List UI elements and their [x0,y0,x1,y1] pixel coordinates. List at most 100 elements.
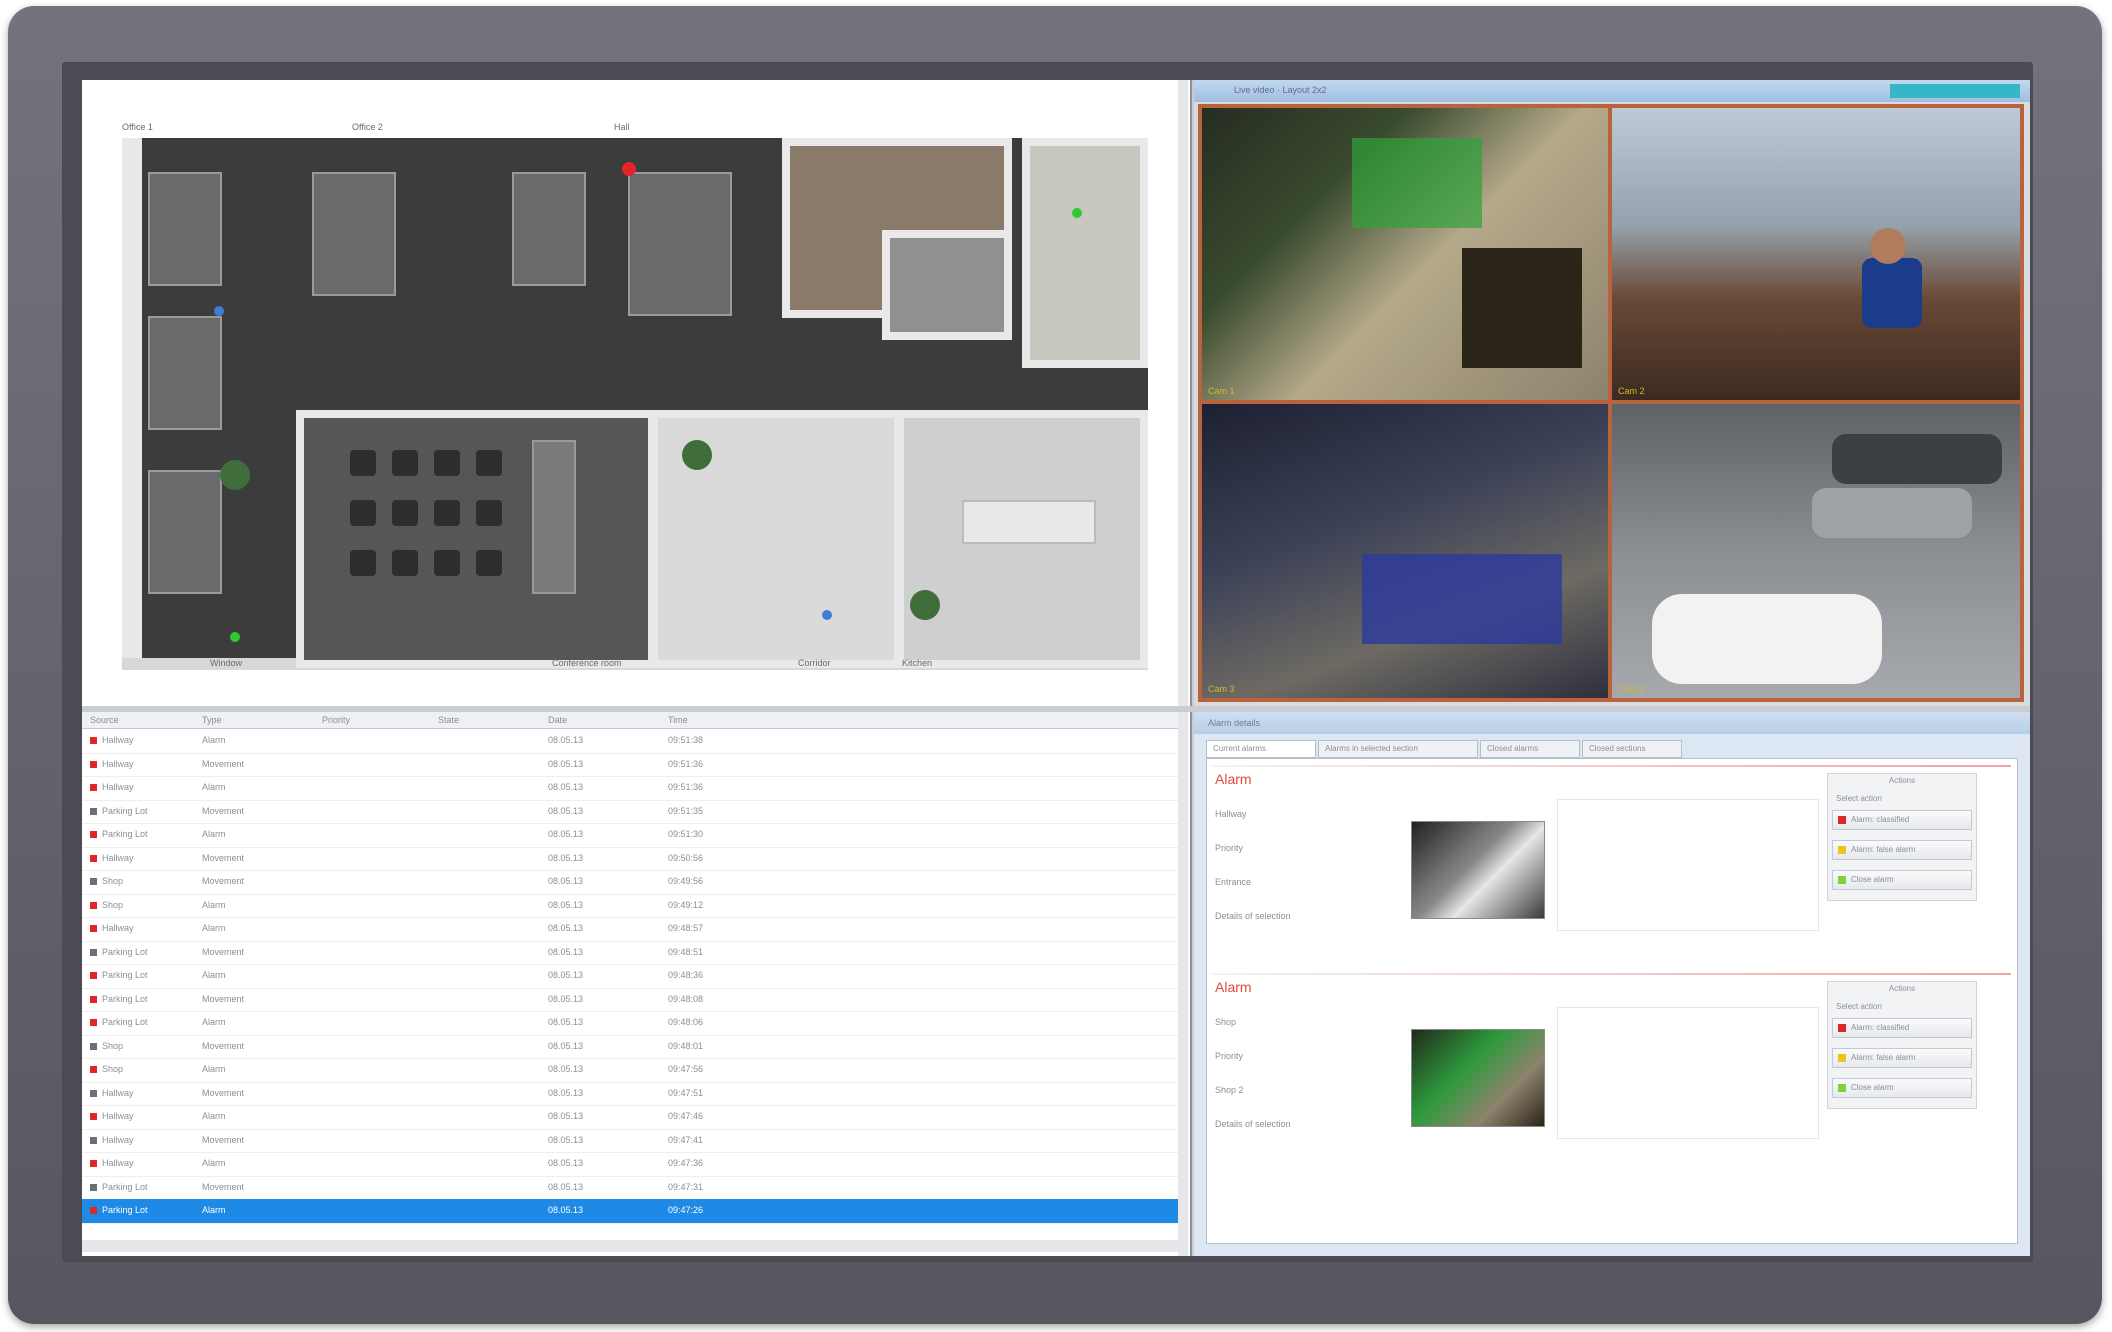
camera-view-3[interactable]: Cam 3 [1202,404,1608,698]
actions-heading: Actions [1888,776,1916,785]
table-row[interactable]: Shop Movement 08.05.13 09:49:56 [82,870,1178,895]
table-row[interactable]: Hallway Alarm 08.05.13 09:48:57 [82,917,1178,942]
camera-view-1[interactable]: Cam 1 [1202,108,1608,400]
event-list-scrollbar[interactable] [1178,712,1188,1256]
cell-date: 08.05.13 [548,852,584,863]
table-row[interactable]: Shop Alarm 08.05.13 09:49:12 [82,894,1178,918]
plan-scrollbar[interactable] [1178,80,1188,706]
cell-time: 09:47:36 [668,1158,704,1168]
cell-source: Parking Lot [102,1181,148,1192]
alarm-camera-marker-icon[interactable] [622,162,636,176]
table-row[interactable]: Parking Lot Movement 08.05.13 09:48:51 [82,941,1178,965]
cell-time: 09:50:56 [668,852,704,863]
cell-source: Shop [102,899,124,910]
severity-icon [90,1207,97,1214]
plan-desk [148,470,222,594]
severity-icon [90,1183,97,1191]
table-row[interactable]: Hallway Alarm 08.05.13 09:47:46 [82,1105,1178,1130]
cell-source: Hallway [102,735,134,745]
camera-marker-icon[interactable] [822,610,832,620]
column-header[interactable]: Type [202,715,222,725]
alarm-card[interactable]: Alarm Hallway Priority Entrance Details of s… [1207,763,2017,963]
plan-room-wc[interactable] [882,230,1012,340]
table-row[interactable]: Hallway Movement 08.05.13 09:47:51 [82,1082,1178,1106]
alarm-action-button[interactable]: Alarm: classified [1832,810,1972,830]
cell-date: 08.05.13 [548,923,584,933]
plan-plant [910,590,940,620]
alarm-action-button[interactable]: Close alarm [1832,870,1972,890]
plan-desk [148,316,222,430]
tab-alarms-in-section[interactable]: Alarms in selected section [1318,740,1478,758]
column-header[interactable]: Priority [322,715,350,725]
event-list-hscrollbar[interactable] [82,1240,1178,1252]
table-row[interactable]: Shop Alarm 08.05.13 09:47:56 [82,1058,1178,1083]
alarm-action-button[interactable]: Close alarm [1832,1078,1972,1098]
camera-marker-icon[interactable] [230,632,240,642]
alarm-card[interactable]: Alarm Shop Priority Shop 2 Details of select… [1207,971,2017,1171]
table-row[interactable]: Hallway Alarm 08.05.13 09:47:36 [82,1152,1178,1177]
alarm-heading: Alarm [1215,979,1252,995]
table-row-selected[interactable]: Parking Lot Alarm 08.05.13 09:47:26 [82,1199,1178,1224]
table-row[interactable]: Parking Lot Alarm 08.05.13 09:48:06 [82,1011,1178,1036]
table-row[interactable]: Hallway Movement 08.05.13 09:50:56 [82,847,1178,871]
plan-room-server[interactable] [1022,138,1148,368]
cell-time: 09:51:35 [668,805,704,816]
cell-date: 08.05.13 [548,805,584,816]
cell-type: Movement [202,946,245,957]
alarm-notes-field[interactable] [1557,1007,1819,1139]
actions-select[interactable]: Select action [1836,1002,1882,1011]
table-row[interactable]: Parking Lot Movement 08.05.13 09:51:35 [82,800,1178,824]
alarm-action-button[interactable]: Alarm: false alarm [1832,840,1972,860]
cell-type: Alarm [202,829,226,839]
table-row[interactable]: Hallway Movement 08.05.13 09:47:41 [82,1129,1178,1153]
column-header[interactable]: Date [548,715,567,725]
alarm-snapshot[interactable] [1411,1029,1545,1127]
alarm-field: Shop 2 [1215,1085,1244,1095]
table-row[interactable]: Parking Lot Alarm 08.05.13 09:48:36 [82,964,1178,989]
camera-view-4[interactable]: Cam 4 [1612,404,2020,698]
cell-type: Alarm [202,970,226,980]
camera-label: Cam 1 [1208,386,1235,396]
layout-button[interactable] [1890,84,2020,98]
cell-source: Parking Lot [102,805,148,816]
cell-type: Movement [202,852,245,863]
alarm-snapshot[interactable] [1411,821,1545,919]
table-row[interactable]: Parking Lot Movement 08.05.13 09:47:31 [82,1176,1178,1200]
column-header[interactable]: Source [90,715,119,725]
plan-room-conference[interactable] [296,410,656,668]
alarm-action-button[interactable]: Alarm: classified [1832,1018,1972,1038]
column-header[interactable]: State [438,715,459,725]
camera-view-2[interactable]: Cam 2 [1612,108,2020,400]
alarm-action-button[interactable]: Alarm: false alarm [1832,1048,1972,1068]
camera-marker-icon[interactable] [214,306,224,316]
table-row[interactable]: Hallway Alarm 08.05.13 09:51:38 [82,729,1178,754]
alarm-panel-title: Alarm details [1208,718,1261,728]
table-row[interactable]: Shop Movement 08.05.13 09:48:01 [82,1035,1178,1059]
severity-icon [90,831,97,838]
alarm-action-label: Alarm: classified [1851,815,1910,824]
table-row[interactable]: Hallway Movement 08.05.13 09:51:36 [82,753,1178,777]
floor-plan-panel: Office 1 Office 2 Hall Window Conference… [82,80,1192,706]
video-panel: Live video · Layout 2x2 Cam 1 Cam 2 Cam … [1194,80,2030,706]
alarm-notes-field[interactable] [1557,799,1819,931]
plan-label: Kitchen [902,658,933,668]
cell-date: 08.05.13 [548,782,584,792]
tab-current-alarms[interactable]: Current alarms [1206,740,1316,758]
cell-source: Shop [102,1064,124,1074]
column-header[interactable]: Time [668,715,688,725]
cell-type: Movement [202,758,245,769]
tab-closed-alarms[interactable]: Closed alarms [1480,740,1580,758]
actions-select[interactable]: Select action [1836,794,1882,803]
plan-desk [512,172,586,286]
tab-closed-sections[interactable]: Closed sections [1582,740,1682,758]
plan-plant [220,460,250,490]
table-row[interactable]: Parking Lot Movement 08.05.13 09:48:08 [82,988,1178,1012]
status-square-icon [1838,1054,1846,1062]
plan-label: Hall [614,122,630,132]
severity-icon [90,972,97,979]
camera-marker-icon[interactable] [1072,208,1082,218]
severity-icon [90,1113,97,1120]
table-row[interactable]: Hallway Alarm 08.05.13 09:51:36 [82,776,1178,801]
table-row[interactable]: Parking Lot Alarm 08.05.13 09:51:30 [82,823,1178,848]
cell-type: Alarm [202,899,226,910]
